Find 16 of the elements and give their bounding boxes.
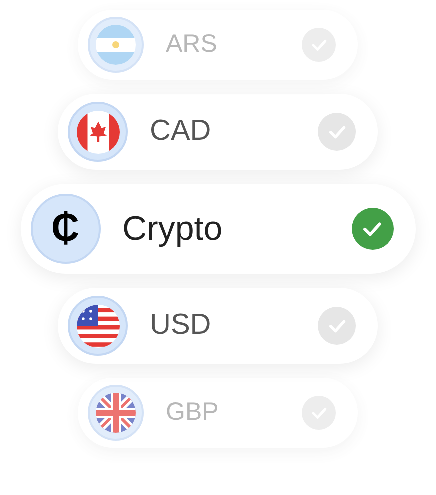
currency-code: ARS [166, 29, 218, 60]
currency-symbol-icon: ₵ [30, 194, 100, 264]
currency-option[interactable]: CAD [58, 94, 378, 170]
check-icon [318, 113, 356, 151]
currency-code: Crypto [122, 208, 224, 250]
currency-option[interactable]: USD [58, 288, 378, 364]
flag-icon [88, 17, 144, 73]
flag-icon [88, 385, 144, 441]
check-icon [352, 208, 394, 250]
currency-code: GBP [166, 397, 220, 428]
currency-code: USD [150, 308, 212, 344]
currency-code: CAD [150, 114, 212, 150]
flag-icon [68, 102, 128, 162]
check-icon [318, 307, 356, 345]
currency-option[interactable]: ₵ Crypto [20, 184, 416, 274]
flag-icon [68, 296, 128, 356]
